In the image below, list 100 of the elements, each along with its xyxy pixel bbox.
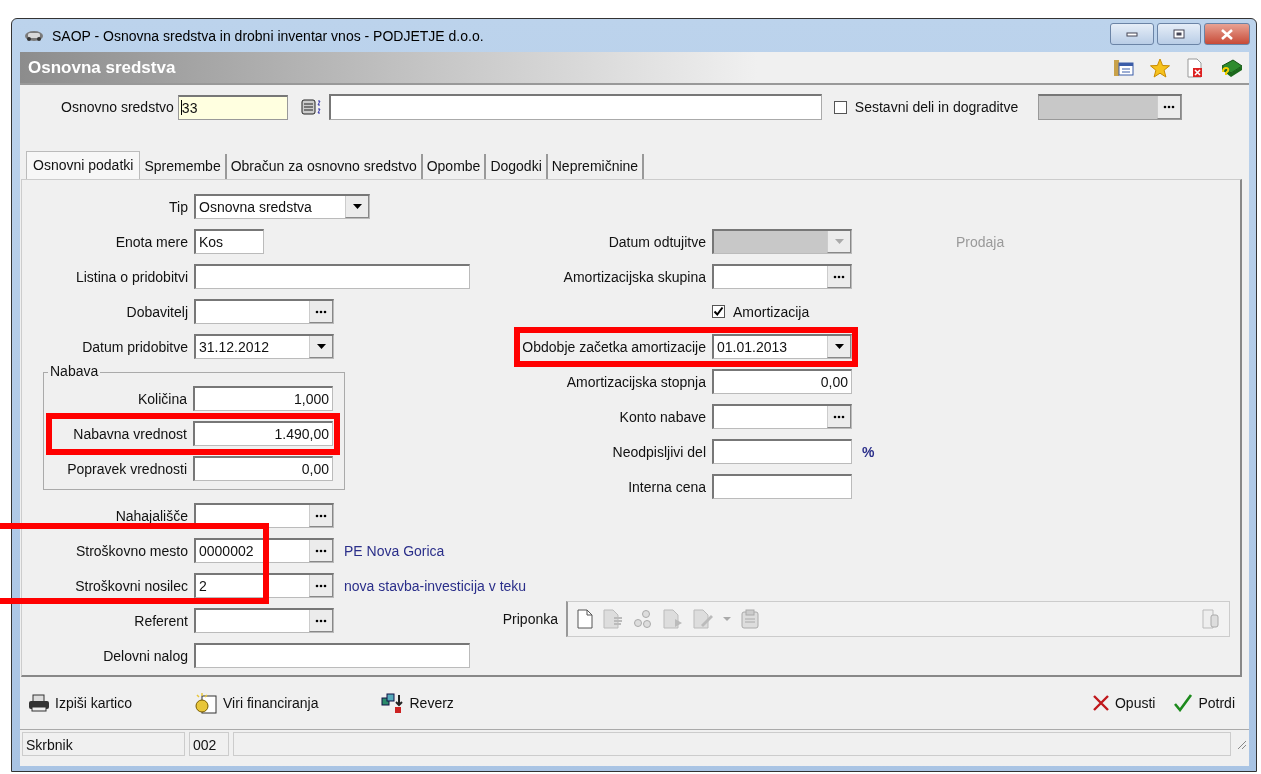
input-field[interactable]: 0,00 (712, 369, 852, 394)
input-field[interactable] (712, 404, 852, 429)
field-label: Neodpisljivi del (611, 443, 706, 460)
field-label: Obdobje začetka amortizacije (521, 338, 706, 355)
field-label: Konto nabave (618, 408, 706, 425)
more-button[interactable] (309, 505, 333, 527)
dropdown-button[interactable] (827, 336, 851, 358)
group-title: Nabava (48, 363, 101, 379)
input-field[interactable] (194, 608, 334, 633)
checkbox-label: Amortizacija (733, 303, 810, 320)
new-document-icon[interactable] (576, 609, 594, 629)
delete-document-icon[interactable] (1185, 57, 1205, 78)
field-label: Amortizacijska skupina (562, 268, 706, 285)
more-button[interactable] (309, 301, 333, 323)
field-label: Datum pridobitve (81, 338, 188, 355)
tab[interactable]: Nepremičnine (547, 154, 645, 179)
dropdown-button[interactable] (345, 196, 369, 218)
clipboard-icon[interactable] (740, 609, 760, 629)
input-field[interactable]: 0,00 (193, 456, 333, 481)
input-field[interactable] (712, 439, 852, 464)
tab[interactable]: Dogodki (486, 154, 548, 179)
field-label: Amortizacijska stopnja (565, 373, 706, 390)
more-button[interactable] (827, 406, 851, 428)
minimize-button[interactable] (1110, 23, 1154, 45)
input-field[interactable] (712, 264, 852, 289)
confirm-button[interactable]: Potrdi (1173, 694, 1235, 712)
caret-icon (316, 344, 326, 349)
reference-text: nova stavba-investicija v teku (344, 577, 527, 594)
ellipsis-icon (833, 414, 845, 419)
close-icon (1220, 28, 1234, 40)
input-field[interactable]: 2 (194, 573, 334, 598)
ellipsis-icon (1163, 105, 1176, 109)
ellipsis-icon (315, 548, 327, 553)
field-label: Dobavitelj (125, 303, 188, 320)
form-icon[interactable] (1113, 57, 1135, 78)
percent-sign: % (862, 443, 875, 460)
dropdown-field[interactable]: 01.01.2013 (712, 334, 852, 359)
window-title: SAOP - Osnovna sredstva in drobni inventar vnos - PODJETJE d.o.o. (52, 27, 484, 44)
status-text: 002 (189, 732, 229, 756)
tab[interactable]: Osnovni podatki (26, 151, 141, 179)
ellipsis-icon (315, 513, 327, 518)
tab[interactable]: Opombe (422, 154, 487, 179)
help-book-icon[interactable] (1219, 57, 1243, 78)
components-checkbox[interactable] (833, 100, 847, 114)
amortization-checkbox[interactable] (712, 305, 725, 318)
resize-grip-icon[interactable] (1235, 738, 1247, 750)
ellipsis-icon (315, 583, 327, 588)
checkmark-icon (1173, 694, 1194, 712)
field-label: Enota mere (114, 233, 188, 250)
input-field[interactable]: 33 (177, 94, 288, 120)
dropdown-button[interactable] (309, 336, 333, 358)
input-field[interactable] (194, 264, 470, 289)
components-field[interactable] (1038, 94, 1183, 120)
more-button[interactable] (309, 610, 333, 632)
caret-icon (834, 239, 844, 244)
caret-icon (834, 344, 844, 349)
status-text: Skrbnik (22, 732, 185, 756)
lookup-icon[interactable] (300, 98, 323, 116)
field-label: Priponka (501, 611, 558, 627)
maximize-icon (1173, 29, 1185, 39)
field-label: Datum odtujitve (607, 233, 706, 250)
app-icon (24, 29, 44, 42)
field-label: Referent (133, 612, 188, 629)
field-label: Popravek vrednosti (66, 460, 187, 477)
section-title: Osnovna sredstva (28, 57, 176, 78)
cancel-button[interactable]: Opusti (1091, 694, 1156, 712)
transfer-icon (380, 693, 405, 713)
caret-icon (352, 204, 362, 209)
action-button[interactable]: Izpiši kartico (28, 694, 133, 712)
tab[interactable]: Obračun za osnovno sredstvo (226, 154, 423, 179)
field-label: Osnovno sredstvo (61, 99, 174, 115)
minimize-icon (1126, 31, 1138, 37)
field-label: Interna cena (627, 478, 706, 495)
ellipsis-icon (833, 274, 845, 279)
input-field[interactable]: 0000002 (194, 538, 334, 563)
funds-icon (194, 692, 219, 714)
tab[interactable]: Spremembe (140, 154, 227, 179)
reference-text: PE Nova Gorica (344, 542, 445, 559)
input-field[interactable] (194, 299, 334, 324)
input-field[interactable]: 1,000 (193, 386, 333, 411)
input-field[interactable] (194, 643, 470, 668)
field-label: Listina o pridobitvi (74, 268, 188, 285)
dropdown-field[interactable]: Osnovna sredstva (194, 194, 370, 219)
dropdown-field[interactable]: 31.12.2012 (194, 334, 334, 359)
action-button[interactable]: Viri financiranja (194, 692, 319, 714)
star-icon[interactable] (1149, 57, 1171, 78)
description-field[interactable] (328, 94, 822, 120)
input-field[interactable]: 1.490,00 (193, 421, 333, 446)
field-label: Nahajališče (114, 507, 188, 524)
checkbox-label: Sestavni deli in dograditve (854, 99, 1019, 115)
close-button[interactable] (1204, 23, 1250, 45)
ellipsis-icon (315, 618, 327, 623)
input-field[interactable] (712, 474, 852, 499)
more-button[interactable] (827, 266, 851, 288)
input-field[interactable]: Kos (194, 229, 264, 254)
action-button[interactable]: Reverz (380, 693, 454, 713)
more-button[interactable] (309, 540, 333, 562)
maximize-button[interactable] (1157, 23, 1201, 45)
field-label: Stroškovno mesto (74, 542, 188, 559)
more-button[interactable] (309, 575, 333, 597)
